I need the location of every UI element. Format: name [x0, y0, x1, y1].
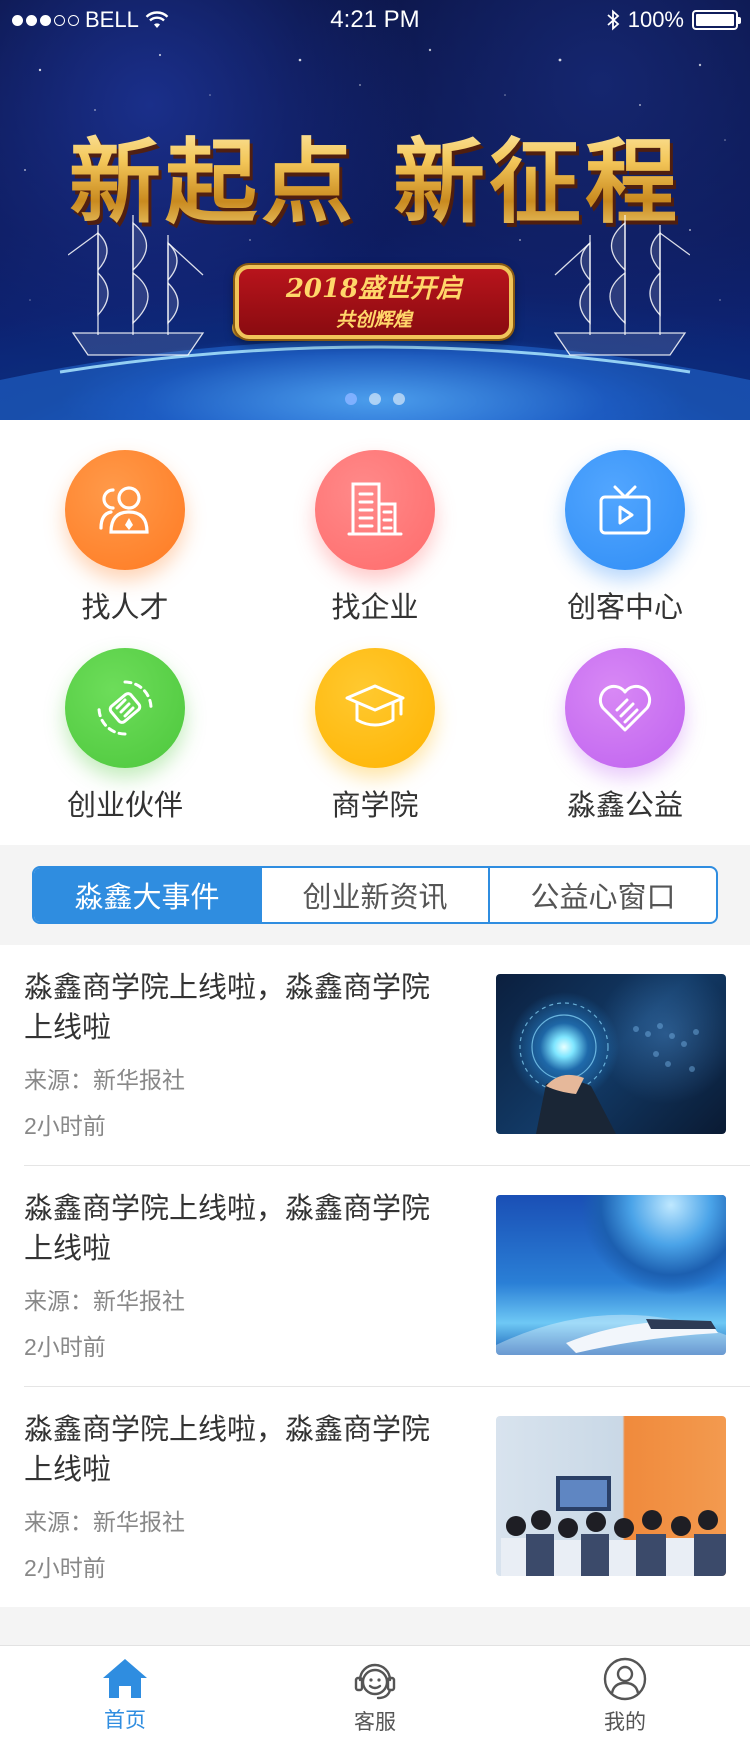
category-business-school[interactable]: 商学院	[250, 648, 500, 824]
nav-customer-service[interactable]: 客服	[250, 1646, 500, 1745]
news-tab-bar: 淼鑫大事件 创业新资讯 公益心窗口	[32, 866, 718, 924]
bottom-tab-bar: 首页 客服 我的	[0, 1645, 750, 1745]
tab-charity-window[interactable]: 公益心窗口	[488, 868, 716, 922]
earth-train-image	[496, 1195, 726, 1355]
category-label: 创业伙伴	[66, 790, 183, 822]
category-label: 找企业	[331, 592, 419, 624]
category-maker-center-button[interactable]	[565, 450, 685, 570]
sailing-ship-right-image	[553, 215, 690, 356]
news-thumbnail[interactable]	[496, 1416, 726, 1576]
battery-icon	[692, 10, 741, 30]
news-item[interactable]: 淼鑫商学院上线啦，淼鑫商学院上线啦 来源：新华报社 2小时前	[24, 1166, 750, 1387]
news-item[interactable]: 淼鑫商学院上线啦，淼鑫商学院上线啦 来源：新华报社 2小时前	[24, 945, 750, 1166]
category-charity-button[interactable]	[565, 648, 685, 768]
carrier-name: BELL	[85, 7, 139, 32]
graduation-cap-icon	[345, 684, 405, 727]
nav-home[interactable]: 首页	[0, 1646, 250, 1745]
news-tabs-section: 淼鑫大事件 创业新资讯 公益心窗口	[0, 845, 750, 945]
carousel-dot[interactable]	[345, 393, 357, 405]
category-partners-button[interactable]	[65, 648, 185, 768]
bluetooth-icon	[607, 9, 620, 31]
news-title[interactable]: 淼鑫商学院上线啦，淼鑫商学院上线啦	[24, 1189, 454, 1269]
category-find-talent-button[interactable]	[65, 450, 185, 570]
category-maker-center[interactable]: 创客中心	[500, 450, 750, 626]
tv-icon	[599, 485, 651, 535]
heart-hands-icon	[598, 684, 652, 732]
tab-startup-news[interactable]: 创业新资讯	[260, 868, 488, 922]
banner-plaque: 2018盛世开启 共创辉煌	[235, 265, 513, 339]
news-time: 2小时前	[24, 1113, 106, 1139]
news-source: 来源：新华报社	[24, 1067, 185, 1093]
nav-profile[interactable]: 我的	[500, 1646, 750, 1745]
handshake-icon	[97, 680, 153, 736]
category-find-company[interactable]: 找企业	[250, 450, 500, 626]
hero-banner[interactable]: BELL 4:21 PM 100% 新起点 新征程 2018盛世开启 共创辉煌	[0, 0, 750, 420]
category-find-talent[interactable]: 找人才	[0, 450, 250, 626]
news-source: 来源：新华报社	[24, 1288, 185, 1314]
people-icon	[99, 486, 149, 534]
plaque-line-2: 共创辉煌	[335, 309, 412, 331]
home-icon	[103, 1659, 147, 1698]
news-title[interactable]: 淼鑫商学院上线啦，淼鑫商学院上线啦	[24, 968, 454, 1048]
nav-home-label: 首页	[104, 1709, 146, 1732]
category-partners[interactable]: 创业伙伴	[0, 648, 250, 824]
classroom-image	[496, 1416, 726, 1576]
category-charity[interactable]: 淼鑫公益	[500, 648, 750, 824]
category-label: 商学院	[331, 790, 419, 822]
category-label: 创客中心	[566, 592, 683, 624]
news-time: 2小时前	[24, 1555, 106, 1581]
news-time: 2小时前	[24, 1334, 106, 1360]
signal-strength-icon	[12, 14, 79, 26]
tab-major-events[interactable]: 淼鑫大事件	[34, 868, 260, 922]
sailing-ship-left-image	[68, 215, 205, 356]
wifi-icon	[145, 11, 169, 28]
nav-customer-service-label: 客服	[354, 1711, 396, 1734]
building-icon	[347, 482, 403, 536]
profile-icon	[603, 1657, 647, 1701]
category-grid: 找人才 找企业 创客中心 创业伙伴 商学院 淼鑫公益	[0, 420, 750, 845]
category-label: 找人才	[81, 592, 169, 624]
status-bar: BELL 4:21 PM 100%	[0, 0, 750, 40]
tech-hand-image	[496, 974, 726, 1134]
news-thumbnail[interactable]	[496, 974, 726, 1134]
plaque-line-1: 2018盛世开启	[285, 274, 463, 304]
news-source: 来源：新华报社	[24, 1509, 185, 1535]
battery-percent: 100%	[627, 7, 684, 32]
news-thumbnail[interactable]	[496, 1195, 726, 1355]
category-label: 淼鑫公益	[566, 790, 683, 822]
nav-profile-label: 我的	[604, 1711, 646, 1734]
news-list: 淼鑫商学院上线啦，淼鑫商学院上线啦 来源：新华报社 2小时前 淼鑫商学院上线啦，…	[0, 945, 750, 1607]
carousel-dot[interactable]	[393, 393, 405, 405]
category-business-school-button[interactable]	[315, 648, 435, 768]
customer-service-icon	[354, 1663, 396, 1700]
category-find-company-button[interactable]	[315, 450, 435, 570]
news-title[interactable]: 淼鑫商学院上线啦，淼鑫商学院上线啦	[24, 1410, 454, 1490]
carousel-dot[interactable]	[369, 393, 381, 405]
news-item[interactable]: 淼鑫商学院上线啦，淼鑫商学院上线啦 来源：新华报社 2小时前	[24, 1387, 750, 1608]
carousel-indicator[interactable]	[0, 393, 750, 405]
clock: 4:21 PM	[330, 6, 420, 33]
